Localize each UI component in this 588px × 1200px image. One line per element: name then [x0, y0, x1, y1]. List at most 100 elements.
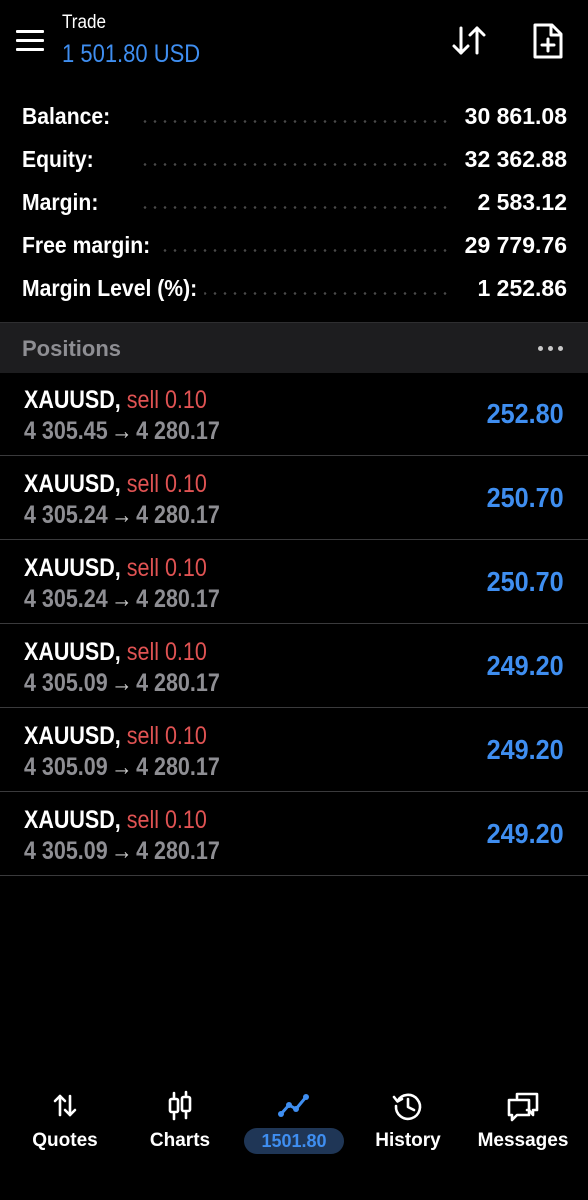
- messages-icon: [505, 1088, 541, 1124]
- position-symbol: XAUUSD,: [24, 806, 121, 834]
- position-prices: 4 305.24 → 4 280.17: [24, 585, 220, 614]
- arrow-right-icon: →: [111, 753, 133, 781]
- nav-charts[interactable]: Charts: [121, 1078, 239, 1168]
- nav-label: 1501.80: [261, 1131, 327, 1151]
- position-profit: 249.20: [486, 818, 564, 849]
- position-symbol: XAUUSD,: [24, 638, 121, 666]
- open-price: 4 305.45: [24, 417, 108, 445]
- menu-icon[interactable]: [16, 30, 46, 52]
- position-profit: 252.80: [486, 398, 564, 429]
- dotted-leader: [140, 249, 448, 252]
- position-title: XAUUSD, sell 0.10: [24, 806, 207, 835]
- current-price: 4 280.17: [136, 417, 220, 445]
- position-prices: 4 305.09 → 4 280.17: [24, 669, 220, 698]
- position-row[interactable]: XAUUSD, sell 0.10 4 305.09 → 4 280.17 249.…: [0, 624, 588, 708]
- summary-value: 32 362.88: [456, 146, 567, 173]
- position-row[interactable]: XAUUSD, sell 0.10 4 305.24 → 4 280.17 250.…: [0, 540, 588, 624]
- arrow-right-icon: →: [111, 501, 133, 529]
- open-price: 4 305.09: [24, 753, 108, 781]
- bottom-navigation: Quotes Charts 1501.80 History Messages: [0, 1078, 588, 1170]
- positions-list: XAUUSD, sell 0.10 4 305.45 → 4 280.17 252.…: [0, 372, 588, 876]
- summary-label: Equity:: [22, 146, 102, 173]
- summary-label: Margin Level (%):: [22, 275, 205, 302]
- dotted-leader: [140, 206, 448, 209]
- quotes-icon: [47, 1088, 83, 1124]
- position-row[interactable]: XAUUSD, sell 0.10 4 305.24 → 4 280.17 250.…: [0, 456, 588, 540]
- position-title: XAUUSD, sell 0.10: [24, 386, 207, 415]
- arrow-right-icon: →: [111, 837, 133, 865]
- open-price: 4 305.24: [24, 585, 108, 613]
- charts-icon: [162, 1088, 198, 1124]
- current-price: 4 280.17: [136, 501, 220, 529]
- nav-history[interactable]: History: [349, 1078, 467, 1168]
- summary-row-margin-level: Margin Level (%): 1 252.86: [0, 268, 588, 311]
- nav-label: History: [375, 1130, 441, 1151]
- current-price: 4 280.17: [136, 585, 220, 613]
- account-summary: Balance: 30 861.08 Equity: 32 362.88 Mar…: [0, 96, 588, 311]
- position-side-volume: sell 0.10: [126, 554, 207, 582]
- position-profit: 249.20: [486, 650, 564, 681]
- history-icon: [390, 1088, 426, 1124]
- position-title: XAUUSD, sell 0.10: [24, 722, 207, 751]
- arrow-right-icon: →: [111, 417, 133, 445]
- summary-label: Free margin:: [22, 232, 158, 259]
- summary-label: Margin:: [22, 189, 106, 216]
- position-symbol: XAUUSD,: [24, 722, 121, 750]
- nav-trade[interactable]: 1501.80: [235, 1078, 353, 1168]
- position-prices: 4 305.24 → 4 280.17: [24, 501, 220, 530]
- dotted-leader: [140, 163, 448, 166]
- summary-value: 1 252.86: [469, 275, 567, 302]
- current-price: 4 280.17: [136, 837, 220, 865]
- summary-row-equity: Equity: 32 362.88: [0, 139, 588, 182]
- position-prices: 4 305.09 → 4 280.17: [24, 753, 220, 782]
- top-app-bar: Trade 1 501.80 USD: [0, 0, 588, 90]
- open-price: 4 305.24: [24, 501, 108, 529]
- nav-label: Charts: [149, 1130, 211, 1151]
- summary-row-free-margin: Free margin: 29 779.76: [0, 225, 588, 268]
- arrow-right-icon: →: [111, 669, 133, 697]
- open-price: 4 305.09: [24, 669, 108, 697]
- dotted-leader: [140, 120, 448, 123]
- account-profit-subtitle: 1 501.80 USD: [62, 40, 201, 68]
- position-profit: 249.20: [486, 734, 564, 765]
- nav-messages[interactable]: Messages: [464, 1078, 582, 1168]
- position-side-volume: sell 0.10: [126, 470, 207, 498]
- summary-value: 30 861.08: [456, 103, 567, 130]
- current-price: 4 280.17: [136, 669, 220, 697]
- position-side-volume: sell 0.10: [126, 722, 207, 750]
- position-symbol: XAUUSD,: [24, 470, 121, 498]
- position-prices: 4 305.45 → 4 280.17: [24, 417, 220, 446]
- position-row[interactable]: XAUUSD, sell 0.10 4 305.09 → 4 280.17 249.…: [0, 792, 588, 876]
- nav-label: Quotes: [32, 1130, 98, 1151]
- position-profit: 250.70: [486, 482, 564, 513]
- summary-value: 2 583.12: [469, 189, 567, 216]
- current-price: 4 280.17: [136, 753, 220, 781]
- position-title: XAUUSD, sell 0.10: [24, 470, 207, 499]
- sort-icon[interactable]: [450, 22, 488, 60]
- positions-title: Positions: [22, 336, 122, 361]
- nav-quotes[interactable]: Quotes: [6, 1078, 124, 1168]
- position-side-volume: sell 0.10: [126, 386, 207, 414]
- position-prices: 4 305.09 → 4 280.17: [24, 837, 220, 866]
- trade-icon: [276, 1088, 312, 1124]
- position-side-volume: sell 0.10: [126, 638, 207, 666]
- position-title: XAUUSD, sell 0.10: [24, 638, 207, 667]
- position-profit: 250.70: [486, 566, 564, 597]
- more-icon[interactable]: [538, 346, 564, 352]
- summary-row-balance: Balance: 30 861.08: [0, 96, 588, 139]
- nav-label: Messages: [477, 1130, 569, 1151]
- position-row[interactable]: XAUUSD, sell 0.10 4 305.45 → 4 280.17 252.…: [0, 372, 588, 456]
- new-order-icon[interactable]: [530, 22, 566, 60]
- summary-label: Balance:: [22, 103, 118, 130]
- position-side-volume: sell 0.10: [126, 806, 207, 834]
- position-symbol: XAUUSD,: [24, 386, 121, 414]
- page-title: Trade: [62, 12, 107, 33]
- arrow-right-icon: →: [111, 585, 133, 613]
- summary-row-margin: Margin: 2 583.12: [0, 182, 588, 225]
- position-symbol: XAUUSD,: [24, 554, 121, 582]
- positions-section-header: Positions: [0, 322, 588, 373]
- open-price: 4 305.09: [24, 837, 108, 865]
- position-row[interactable]: XAUUSD, sell 0.10 4 305.09 → 4 280.17 249.…: [0, 708, 588, 792]
- position-title: XAUUSD, sell 0.10: [24, 554, 207, 583]
- summary-value: 29 779.76: [456, 232, 567, 259]
